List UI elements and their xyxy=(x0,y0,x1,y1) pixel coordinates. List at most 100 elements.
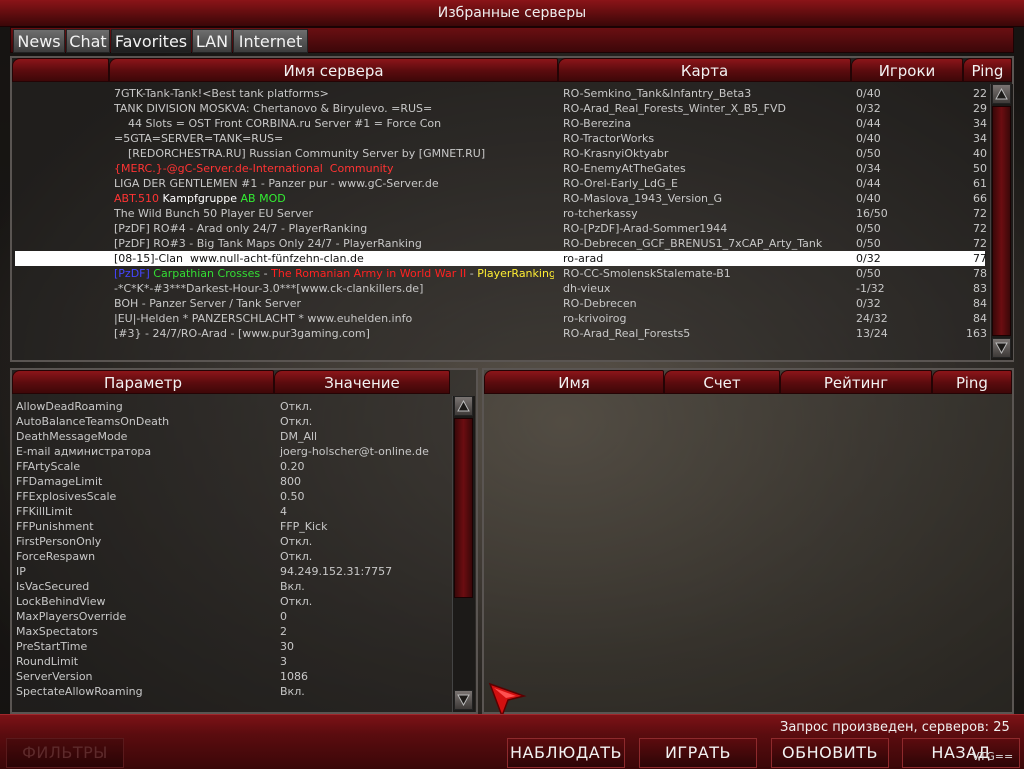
rules-scroll-thumb[interactable] xyxy=(454,418,473,598)
rule-row[interactable]: RoundLimit 3 xyxy=(16,654,446,669)
rule-param: FFPunishment xyxy=(16,520,94,533)
tab-lan[interactable]: LAN xyxy=(192,29,232,53)
rule-row[interactable]: AllowDeadRoaming Откл. xyxy=(16,399,446,414)
server-row[interactable]: LIGA DER GENTLEMEN #1 - Panzer pur - www… xyxy=(15,176,987,191)
column-header-flags[interactable] xyxy=(12,58,109,82)
column-header-player-ping[interactable]: Ping xyxy=(932,370,1012,394)
rule-row[interactable]: ServerVersion 1086 xyxy=(16,669,446,684)
rule-row[interactable]: E-mail администратора joerg-holscher@t-on… xyxy=(16,444,446,459)
rule-row[interactable]: FFArtyScale 0.20 xyxy=(16,459,446,474)
rule-row[interactable]: MaxSpectators 2 xyxy=(16,624,446,639)
column-header-rating[interactable]: Рейтинг xyxy=(780,370,932,394)
rules-scrollbar[interactable] xyxy=(452,396,475,712)
rule-param: ForceRespawn xyxy=(16,550,96,563)
rule-row[interactable]: IsVacSecured Вкл. xyxy=(16,579,446,594)
rule-param: SpectateAllowRoaming xyxy=(16,685,143,698)
rule-row[interactable]: ForceRespawn Откл. xyxy=(16,549,446,564)
scroll-thumb[interactable] xyxy=(992,106,1011,336)
server-map-cell: RO-[PzDF]-Arad-Sommer1944 xyxy=(563,222,728,235)
server-row[interactable]: -*C*K*-#3***Darkest-Hour-3.0***[www.ck-c… xyxy=(15,281,987,296)
watermark: VTG== xyxy=(972,750,1014,763)
server-row[interactable]: =5GTA=SERVER=TANK=RUS= RO-TractorWorks 0/4… xyxy=(15,131,987,146)
server-name-cell: 44 Slots = OST Front CORBINA.ru Server #… xyxy=(114,117,442,130)
column-header-map[interactable]: Карта xyxy=(558,58,851,82)
server-row[interactable]: [PzDF] Carpathian Crosses - The Romanian… xyxy=(15,266,987,281)
tab-news[interactable]: News xyxy=(13,29,65,53)
server-row[interactable]: ABT.510 Kampfgruppe AB MOD RO-Maslova_194… xyxy=(15,191,987,206)
rule-param: MaxPlayersOverride xyxy=(16,610,127,623)
rule-row[interactable]: IP 94.249.152.31:7757 xyxy=(16,564,446,579)
server-row[interactable]: [PzDF] RO#3 - Big Tank Maps Only 24/7 - … xyxy=(15,236,987,251)
server-row[interactable]: [PzDF] RO#4 - Arad only 24/7 - PlayerRan… xyxy=(15,221,987,236)
rules-scroll-up-button[interactable] xyxy=(454,396,473,416)
column-header-ping[interactable]: Ping xyxy=(963,58,1012,82)
scroll-down-button[interactable] xyxy=(992,338,1011,358)
filters-button[interactable]: ФИЛЬТРЫ xyxy=(6,738,124,768)
server-row[interactable]: [REDORCHESTRA.RU] Russian Community Serv… xyxy=(15,146,987,161)
server-players-cell: 0/32 xyxy=(856,102,881,115)
rule-row[interactable]: FFPunishment FFP_Kick xyxy=(16,519,446,534)
server-map-cell: dh-vieux xyxy=(563,282,611,295)
column-header-score[interactable]: Счет xyxy=(664,370,780,394)
rule-row[interactable]: AutoBalanceTeamsOnDeath Откл. xyxy=(16,414,446,429)
server-name-cell: [08-15]-Clan www.null-acht-fünfzehn-clan… xyxy=(114,252,364,265)
rule-param: FFDamageLimit xyxy=(16,475,103,488)
players-panel: Имя Счет Рейтинг Ping xyxy=(482,368,1014,714)
server-name-cell: ABT.510 Kampfgruppe AB MOD xyxy=(114,191,554,206)
rule-value: Откл. xyxy=(280,535,313,548)
server-name-cell: BOH - Panzer Server / Tank Server xyxy=(114,297,301,310)
column-header-value[interactable]: Значение xyxy=(274,370,450,394)
server-row[interactable]: The Wild Bunch 50 Player EU Server ro-tch… xyxy=(15,206,987,221)
rule-row[interactable]: MaxPlayersOverride 0 xyxy=(16,609,446,624)
rules-scroll-down-button[interactable] xyxy=(454,690,473,710)
window-title: Избранные серверы xyxy=(0,0,1024,27)
server-name-cell: LIGA DER GENTLEMEN #1 - Panzer pur - www… xyxy=(114,177,439,190)
column-header-player-name[interactable]: Имя xyxy=(484,370,664,394)
server-row[interactable]: 44 Slots = OST Front CORBINA.ru Server #… xyxy=(15,116,987,131)
server-row[interactable]: |EU|-Helden * PANZERSCHLACHT * www.euhel… xyxy=(15,311,987,326)
rule-value: Вкл. xyxy=(280,580,305,593)
rule-value: 94.249.152.31:7757 xyxy=(280,565,393,578)
play-button[interactable]: ИГРАТЬ xyxy=(639,738,757,768)
server-name-cell: [PzDF] RO#3 - Big Tank Maps Only 24/7 - … xyxy=(114,237,422,250)
rule-param: FFExplosivesScale xyxy=(16,490,117,503)
server-map-cell: RO-EnemyAtTheGates xyxy=(563,162,686,175)
server-row[interactable]: [#3} - 24/7/RO-Arad - [www.pur3gaming.co… xyxy=(15,326,987,341)
column-header-players[interactable]: Игроки xyxy=(851,58,963,82)
server-players-cell: 0/50 xyxy=(856,222,881,235)
rule-row[interactable]: PreStartTime 30 xyxy=(16,639,446,654)
server-list-scrollbar[interactable] xyxy=(990,84,1013,360)
rule-row[interactable]: FirstPersonOnly Откл. xyxy=(16,534,446,549)
rule-row[interactable]: SpectateAllowRoaming Вкл. xyxy=(16,684,446,699)
rule-row[interactable]: FFDamageLimit 800 xyxy=(16,474,446,489)
spectate-button[interactable]: НАБЛЮДАТЬ xyxy=(507,738,625,768)
rule-row[interactable]: FFExplosivesScale 0.50 xyxy=(16,489,446,504)
column-header-server-name[interactable]: Имя сервера xyxy=(109,58,558,82)
rule-value: 1086 xyxy=(280,670,308,683)
rule-row[interactable]: FFKillLimit 4 xyxy=(16,504,446,519)
tab-favorites[interactable]: Favorites xyxy=(111,29,191,53)
server-row[interactable]: 7GTK-Tank-Tank!<Best tank platforms> RO-S… xyxy=(15,86,987,101)
pointer-cursor-icon xyxy=(488,682,527,718)
server-row[interactable]: [08-15]-Clan www.null-acht-fünfzehn-clan… xyxy=(15,251,987,266)
rule-value: 0.20 xyxy=(280,460,305,473)
server-ping-cell: 34 xyxy=(973,132,987,145)
server-name-cell: |EU|-Helden * PANZERSCHLACHT * www.euhel… xyxy=(114,312,413,325)
column-header-param[interactable]: Параметр xyxy=(12,370,274,394)
server-name-part: The Romanian Army in World War II xyxy=(271,267,470,280)
server-ping-cell: 72 xyxy=(973,207,987,220)
server-ping-cell: 40 xyxy=(973,147,987,160)
tab-internet[interactable]: Internet xyxy=(233,29,308,53)
refresh-button[interactable]: ОБНОВИТЬ xyxy=(771,738,889,768)
rule-row[interactable]: DeathMessageMode DM_All xyxy=(16,429,446,444)
tab-chat[interactable]: Chat xyxy=(66,29,110,53)
server-row[interactable]: TANK DIVISION MOSKVA: Chertanovo & Biryu… xyxy=(15,101,987,116)
server-row[interactable]: BOH - Panzer Server / Tank Server RO-Debr… xyxy=(15,296,987,311)
rule-row[interactable]: LockBehindView Откл. xyxy=(16,594,446,609)
server-row[interactable]: {MERC.}-@gC-Server.de-International Comm… xyxy=(15,161,987,176)
server-map-cell: RO-CC-SmolenskStalemate-B1 xyxy=(563,267,731,280)
server-name-part: Kampfgruppe xyxy=(162,192,241,205)
scroll-up-button[interactable] xyxy=(992,84,1011,104)
server-name-part: PlayerRanking xyxy=(477,267,554,280)
rule-param: MaxSpectators xyxy=(16,625,98,638)
